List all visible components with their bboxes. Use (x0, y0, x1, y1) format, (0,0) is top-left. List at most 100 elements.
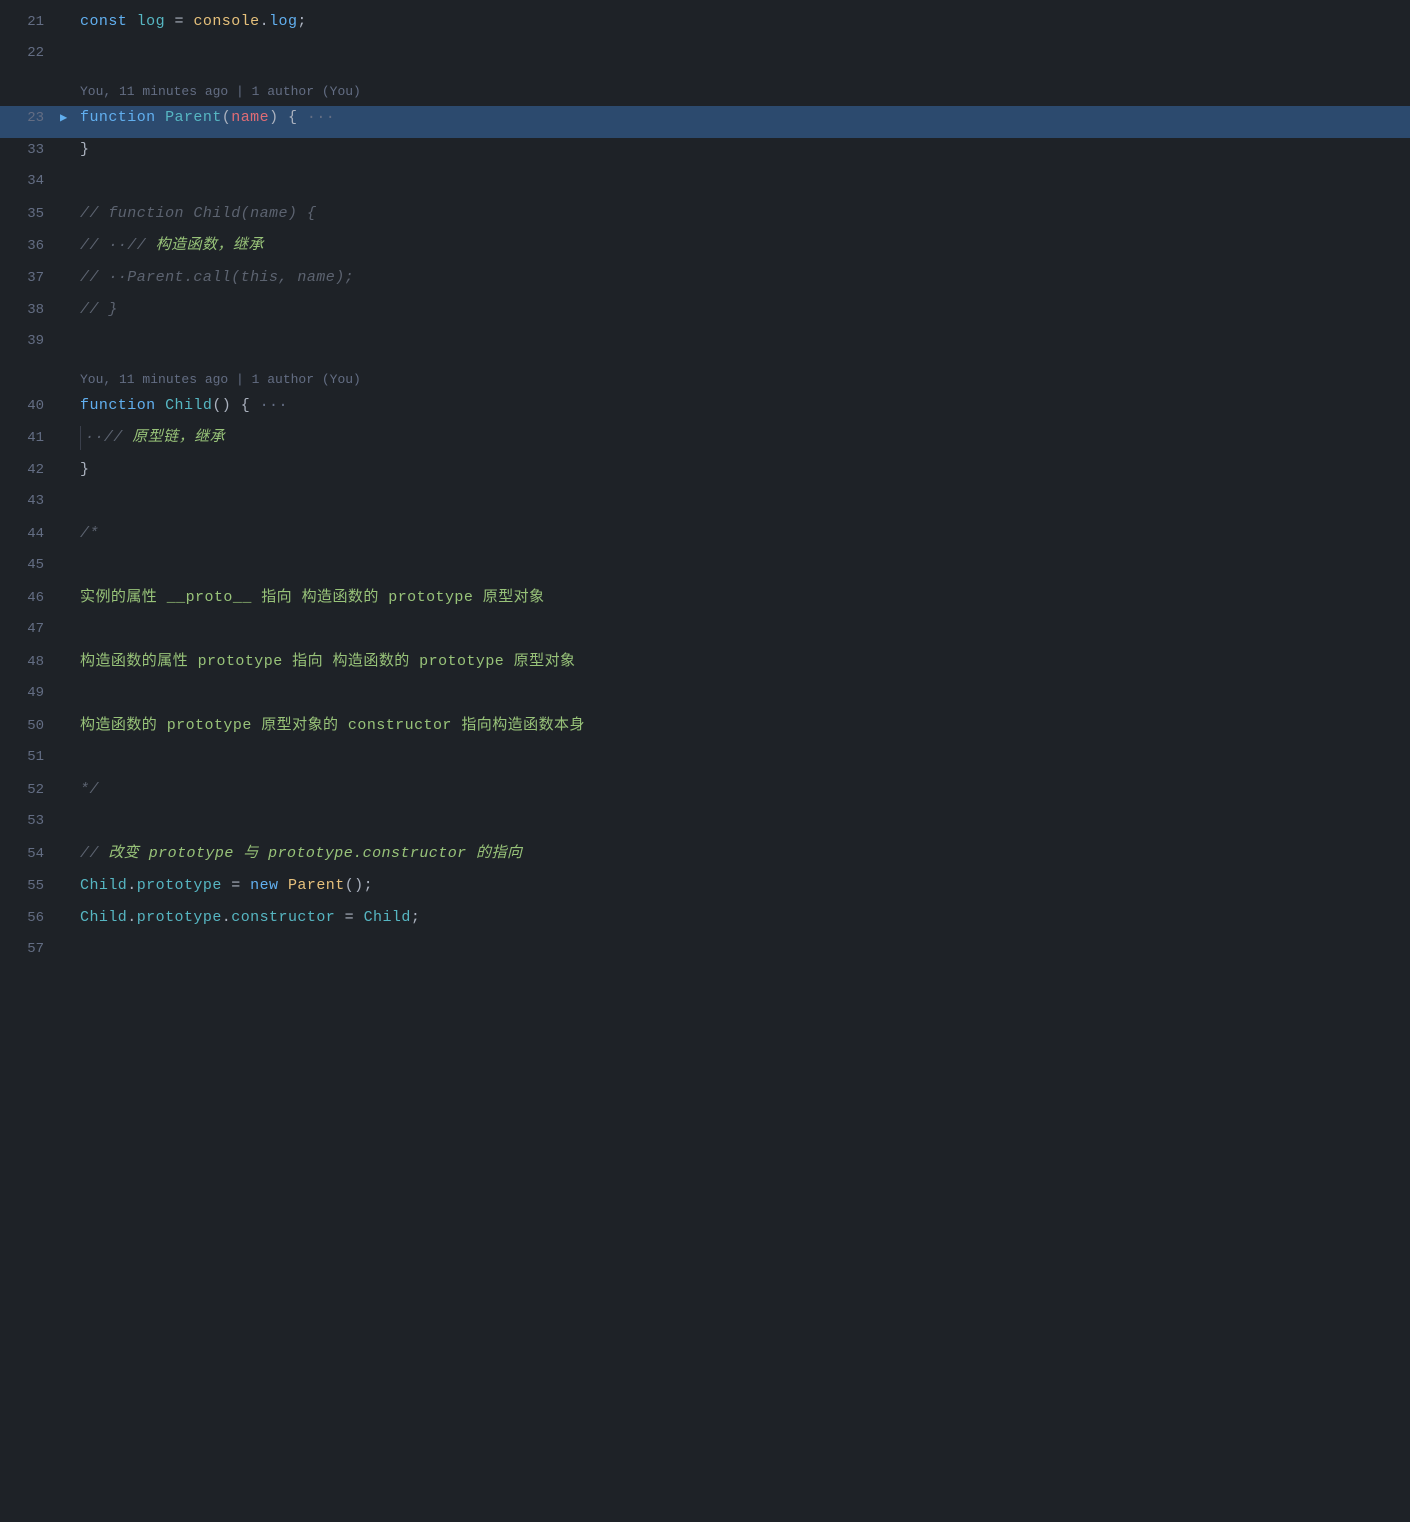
code-line-46: 46 实例的属性 __proto__ 指向 构造函数的 prototype 原型… (0, 586, 1410, 618)
code-content-55: Child.prototype = new Parent(); (80, 874, 1410, 898)
fold-arrow-37 (60, 269, 80, 288)
line-number-33: 33 (0, 139, 60, 161)
fold-arrow-46 (60, 589, 80, 608)
fold-arrow-43 (60, 492, 80, 511)
line-number-21: 21 (0, 11, 60, 33)
line-number-52: 52 (0, 779, 60, 801)
code-line-22: 22 (0, 42, 1410, 74)
line-number-47: 47 (0, 618, 60, 640)
code-line-55: 55 Child.prototype = new Parent(); (0, 874, 1410, 906)
code-line-21: 21 const log = console.log; (0, 10, 1410, 42)
fold-arrow-36 (60, 237, 80, 256)
code-line-52: 52 */ (0, 778, 1410, 810)
line-number-38: 38 (0, 299, 60, 321)
fold-arrow-40 (60, 397, 80, 416)
fold-arrow-45 (60, 556, 80, 575)
code-line-42: 42 } (0, 458, 1410, 490)
fold-arrow-54 (60, 845, 80, 864)
fold-arrow-51 (60, 748, 80, 767)
line-number-55: 55 (0, 875, 60, 897)
line-number-50: 50 (0, 715, 60, 737)
code-content-37: // ··Parent.call(this, name); (80, 266, 1410, 290)
code-content-50: 构造函数的 prototype 原型对象的 constructor 指向构造函数… (80, 714, 1410, 738)
fold-arrow-44 (60, 525, 80, 544)
line-number-53: 53 (0, 810, 60, 832)
code-line-37: 37 // ··Parent.call(this, name); (0, 266, 1410, 298)
code-content-35: // function Child(name) { (80, 202, 1410, 226)
line-number-39: 39 (0, 330, 60, 352)
fold-arrow-49 (60, 684, 80, 703)
line-number-22: 22 (0, 42, 60, 64)
fold-arrow-21 (60, 13, 80, 32)
line-number-23: 23 (0, 107, 60, 129)
code-line-35: 35 // function Child(name) { (0, 202, 1410, 234)
code-content-42: } (80, 458, 1410, 482)
line-number-34: 34 (0, 170, 60, 192)
fold-arrow-47 (60, 620, 80, 639)
fold-arrow-50 (60, 717, 80, 736)
fold-arrow-23[interactable]: ▶ (60, 109, 80, 128)
fold-arrow-33 (60, 141, 80, 160)
code-content-21: const log = console.log; (80, 10, 1410, 34)
line-number-37: 37 (0, 267, 60, 289)
fold-arrow-53 (60, 812, 80, 831)
line-number-56: 56 (0, 907, 60, 929)
code-line-56: 56 Child.prototype.constructor = Child; (0, 906, 1410, 938)
fold-arrow-42 (60, 461, 80, 480)
fold-arrow-41 (60, 429, 80, 448)
line-number-48: 48 (0, 651, 60, 673)
fold-arrow-38 (60, 301, 80, 320)
code-line-43: 43 (0, 490, 1410, 522)
code-line-48: 48 构造函数的属性 prototype 指向 构造函数的 prototype … (0, 650, 1410, 682)
code-content-52: */ (80, 778, 1410, 802)
line-number-44: 44 (0, 523, 60, 545)
code-line-33: 33 } (0, 138, 1410, 170)
code-content-36: // ··// 构造函数，继承 (80, 234, 1410, 258)
line-number-57: 57 (0, 938, 60, 960)
line-number-36: 36 (0, 235, 60, 257)
code-line-45: 45 (0, 554, 1410, 586)
line-number-35: 35 (0, 203, 60, 225)
fold-arrow-52 (60, 781, 80, 800)
code-line-51: 51 (0, 746, 1410, 778)
code-line-36: 36 // ··// 构造函数，继承 (0, 234, 1410, 266)
code-line-44: 44 /* (0, 522, 1410, 554)
code-content-56: Child.prototype.constructor = Child; (80, 906, 1410, 930)
code-line-57: 57 (0, 938, 1410, 970)
code-content-33: } (80, 138, 1410, 162)
code-editor: 21 const log = console.log; 22 You, 11 m… (0, 0, 1410, 1522)
code-content-38: // } (80, 298, 1410, 322)
code-content-23: function Parent(name) { ··· (80, 106, 1410, 130)
fold-arrow-55 (60, 877, 80, 896)
code-content-40: function Child() { ··· (80, 394, 1410, 418)
line-number-45: 45 (0, 554, 60, 576)
fold-arrow-35 (60, 205, 80, 224)
line-number-40: 40 (0, 395, 60, 417)
fold-arrow-57 (60, 940, 80, 959)
line-number-41: 41 (0, 427, 60, 449)
fold-arrow-22 (60, 44, 80, 63)
code-line-39: 39 (0, 330, 1410, 362)
git-blame-40: You, 11 minutes ago | 1 author (You) (0, 366, 1410, 394)
line-number-51: 51 (0, 746, 60, 768)
code-content-54: // 改变 prototype 与 prototype.constructor … (80, 842, 1410, 866)
code-line-54: 54 // 改变 prototype 与 prototype.construct… (0, 842, 1410, 874)
line-number-49: 49 (0, 682, 60, 704)
line-number-46: 46 (0, 587, 60, 609)
code-content-46: 实例的属性 __proto__ 指向 构造函数的 prototype 原型对象 (80, 586, 1410, 610)
code-line-41: 41 ··// 原型链，继承 (0, 426, 1410, 458)
code-line-23: 23 ▶ function Parent(name) { ··· (0, 106, 1410, 138)
code-line-49: 49 (0, 682, 1410, 714)
line-number-42: 42 (0, 459, 60, 481)
code-line-38: 38 // } (0, 298, 1410, 330)
code-line-50: 50 构造函数的 prototype 原型对象的 constructor 指向构… (0, 714, 1410, 746)
code-content-41: ··// 原型链，继承 (80, 426, 1410, 450)
code-line-40: 40 function Child() { ··· (0, 394, 1410, 426)
code-content-48: 构造函数的属性 prototype 指向 构造函数的 prototype 原型对… (80, 650, 1410, 674)
fold-arrow-48 (60, 653, 80, 672)
code-line-47: 47 (0, 618, 1410, 650)
fold-arrow-39 (60, 332, 80, 351)
git-blame-23: You, 11 minutes ago | 1 author (You) (0, 78, 1410, 106)
fold-arrow-56 (60, 909, 80, 928)
code-line-53: 53 (0, 810, 1410, 842)
